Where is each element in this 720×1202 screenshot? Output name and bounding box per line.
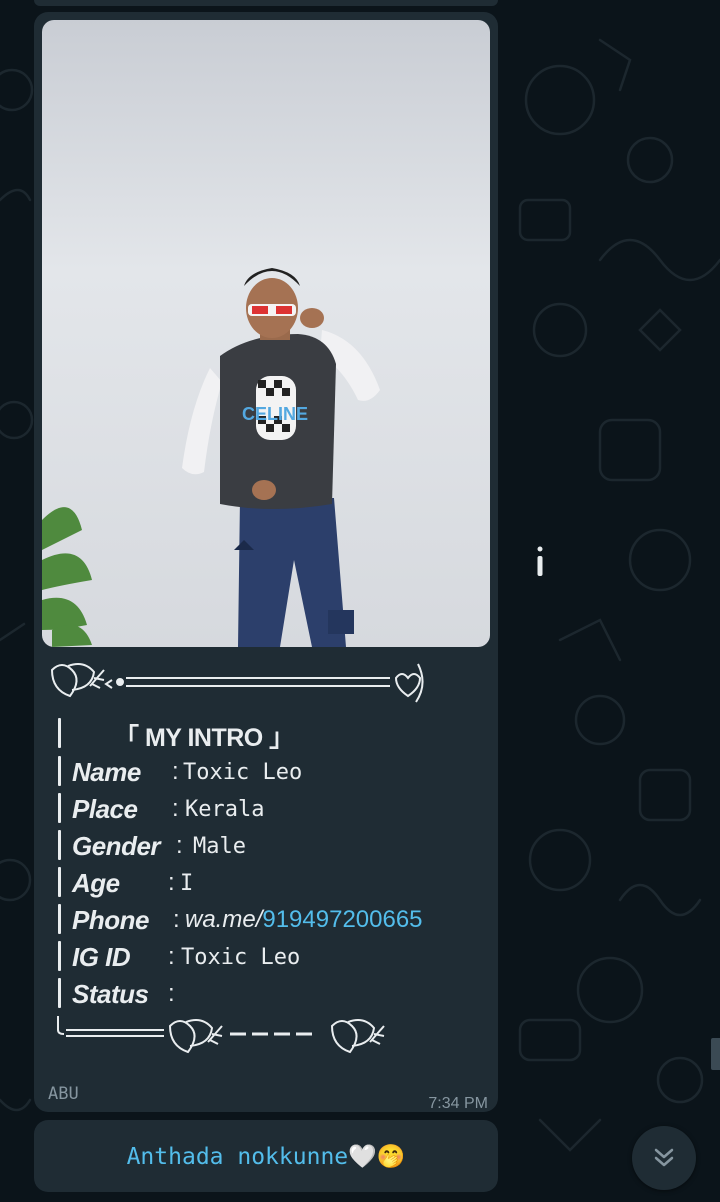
row-label: IG ID	[72, 941, 131, 972]
caption-message-bubble[interactable]: Anthada nokkunne🤍🤭	[34, 1120, 498, 1192]
intro-row-age: Age : I	[72, 865, 193, 901]
row-colon: :	[168, 943, 175, 970]
row-label: Gender	[72, 830, 161, 861]
shirt-print-text: CELINE	[242, 404, 308, 424]
row-label: Name	[72, 756, 141, 787]
intro-row-gender: Gender : Male	[72, 828, 246, 864]
sender-name: ABU	[48, 1084, 79, 1104]
row-colon: :	[168, 869, 175, 896]
intro-title: 「 MY INTRO 」	[114, 724, 294, 752]
frame-bar	[58, 978, 61, 1008]
frame-bar	[58, 904, 61, 934]
row-colon: :	[172, 758, 179, 785]
message-bubble[interactable]: CELINE 「 MY INTRO 」 Name: Toxic Leo Pla…	[34, 12, 498, 1112]
phone-prefix: wa.me/	[185, 906, 263, 933]
row-value: I	[180, 870, 194, 896]
message-time: 7:34 PM	[428, 1095, 488, 1112]
info-icon[interactable]	[534, 544, 546, 578]
row-colon: :	[173, 906, 180, 933]
row-colon: :	[168, 980, 175, 1007]
row-label: Place	[72, 793, 138, 824]
row-value: Toxic Leo	[183, 759, 303, 785]
row-value: Toxic Leo	[181, 944, 301, 970]
row-colon: :	[176, 832, 183, 859]
row-value: wa.me/919497200665	[185, 906, 423, 934]
row-value: Kerala	[185, 796, 265, 822]
intro-row-status: Status :	[72, 976, 175, 1012]
frame-bar	[58, 718, 61, 748]
scroll-to-bottom-button[interactable]	[632, 1126, 696, 1190]
frame-bar	[58, 793, 61, 823]
row-colon: :	[172, 795, 179, 822]
intro-row-place: Place : Kerala	[72, 791, 264, 827]
intro-row-ig-id: IG ID : Toxic Leo	[72, 939, 300, 975]
previous-message-bubble	[34, 0, 498, 6]
frame-bar	[58, 941, 61, 971]
row-label: Status	[72, 978, 149, 1009]
frame-bar	[58, 756, 61, 786]
row-label: Phone	[72, 904, 149, 935]
row-label: Age	[72, 867, 120, 898]
top-ornament	[50, 663, 424, 703]
scrollbar-thumb[interactable]	[711, 1038, 720, 1070]
frame-bar	[58, 867, 61, 897]
intro-row-phone: Phone : wa.me/919497200665	[72, 902, 423, 938]
caption-text: Anthada nokkunne🤍🤭	[126, 1143, 406, 1170]
intro-row-name: Name : Toxic Leo	[72, 754, 302, 790]
chevron-down-icon	[654, 1148, 674, 1167]
row-value: Male	[193, 833, 246, 859]
bottom-ornament	[57, 1016, 385, 1054]
phone-link[interactable]: 919497200665	[262, 906, 422, 933]
frame-bar	[58, 830, 61, 860]
message-photo[interactable]: CELINE	[42, 20, 490, 647]
